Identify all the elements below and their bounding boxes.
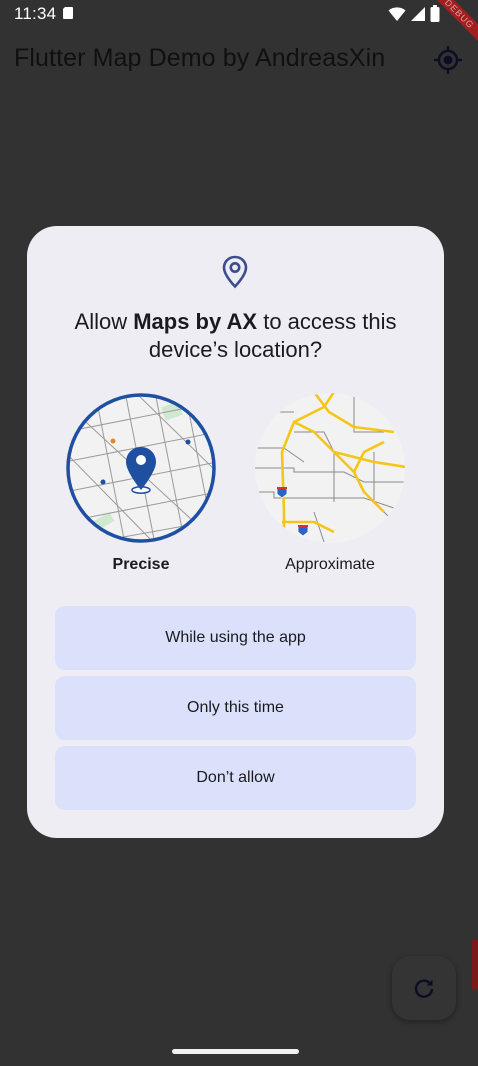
dont-allow-button[interactable]: Don’t allow [55,746,416,810]
refresh-icon [414,979,434,998]
dialog-title: Allow Maps by AX to access this device’s… [47,308,424,364]
location-pin-icon [222,255,248,289]
refresh-button[interactable] [392,956,456,1020]
status-time: 11:34 [14,4,57,23]
wifi-icon [388,6,406,21]
approximate-option[interactable]: Approximate [254,392,406,574]
status-icons [388,5,440,22]
approximate-map-icon [255,393,405,543]
precise-label: Precise [112,556,170,573]
precise-option[interactable]: Precise [65,392,217,574]
location-permission-dialog: Allow Maps by AX to access this device’s… [27,226,444,838]
status-bar: 11:34 [0,0,478,28]
dialog-title-prefix: Allow [74,309,134,334]
dialog-app-name: Maps by AX [133,309,258,334]
background-accent [472,940,478,990]
battery-icon [430,5,440,22]
precise-map-icon [66,393,216,543]
home-indicator[interactable] [172,1049,299,1054]
my-location-icon[interactable] [432,44,464,76]
only-this-time-button[interactable]: Only this time [55,676,416,740]
approximate-label: Approximate [285,556,375,573]
while-using-app-button[interactable]: While using the app [55,606,416,670]
signal-icon [411,6,425,21]
sd-card-icon [63,7,73,19]
app-title: Flutter Map Demo by AndreasXin [14,44,386,72]
